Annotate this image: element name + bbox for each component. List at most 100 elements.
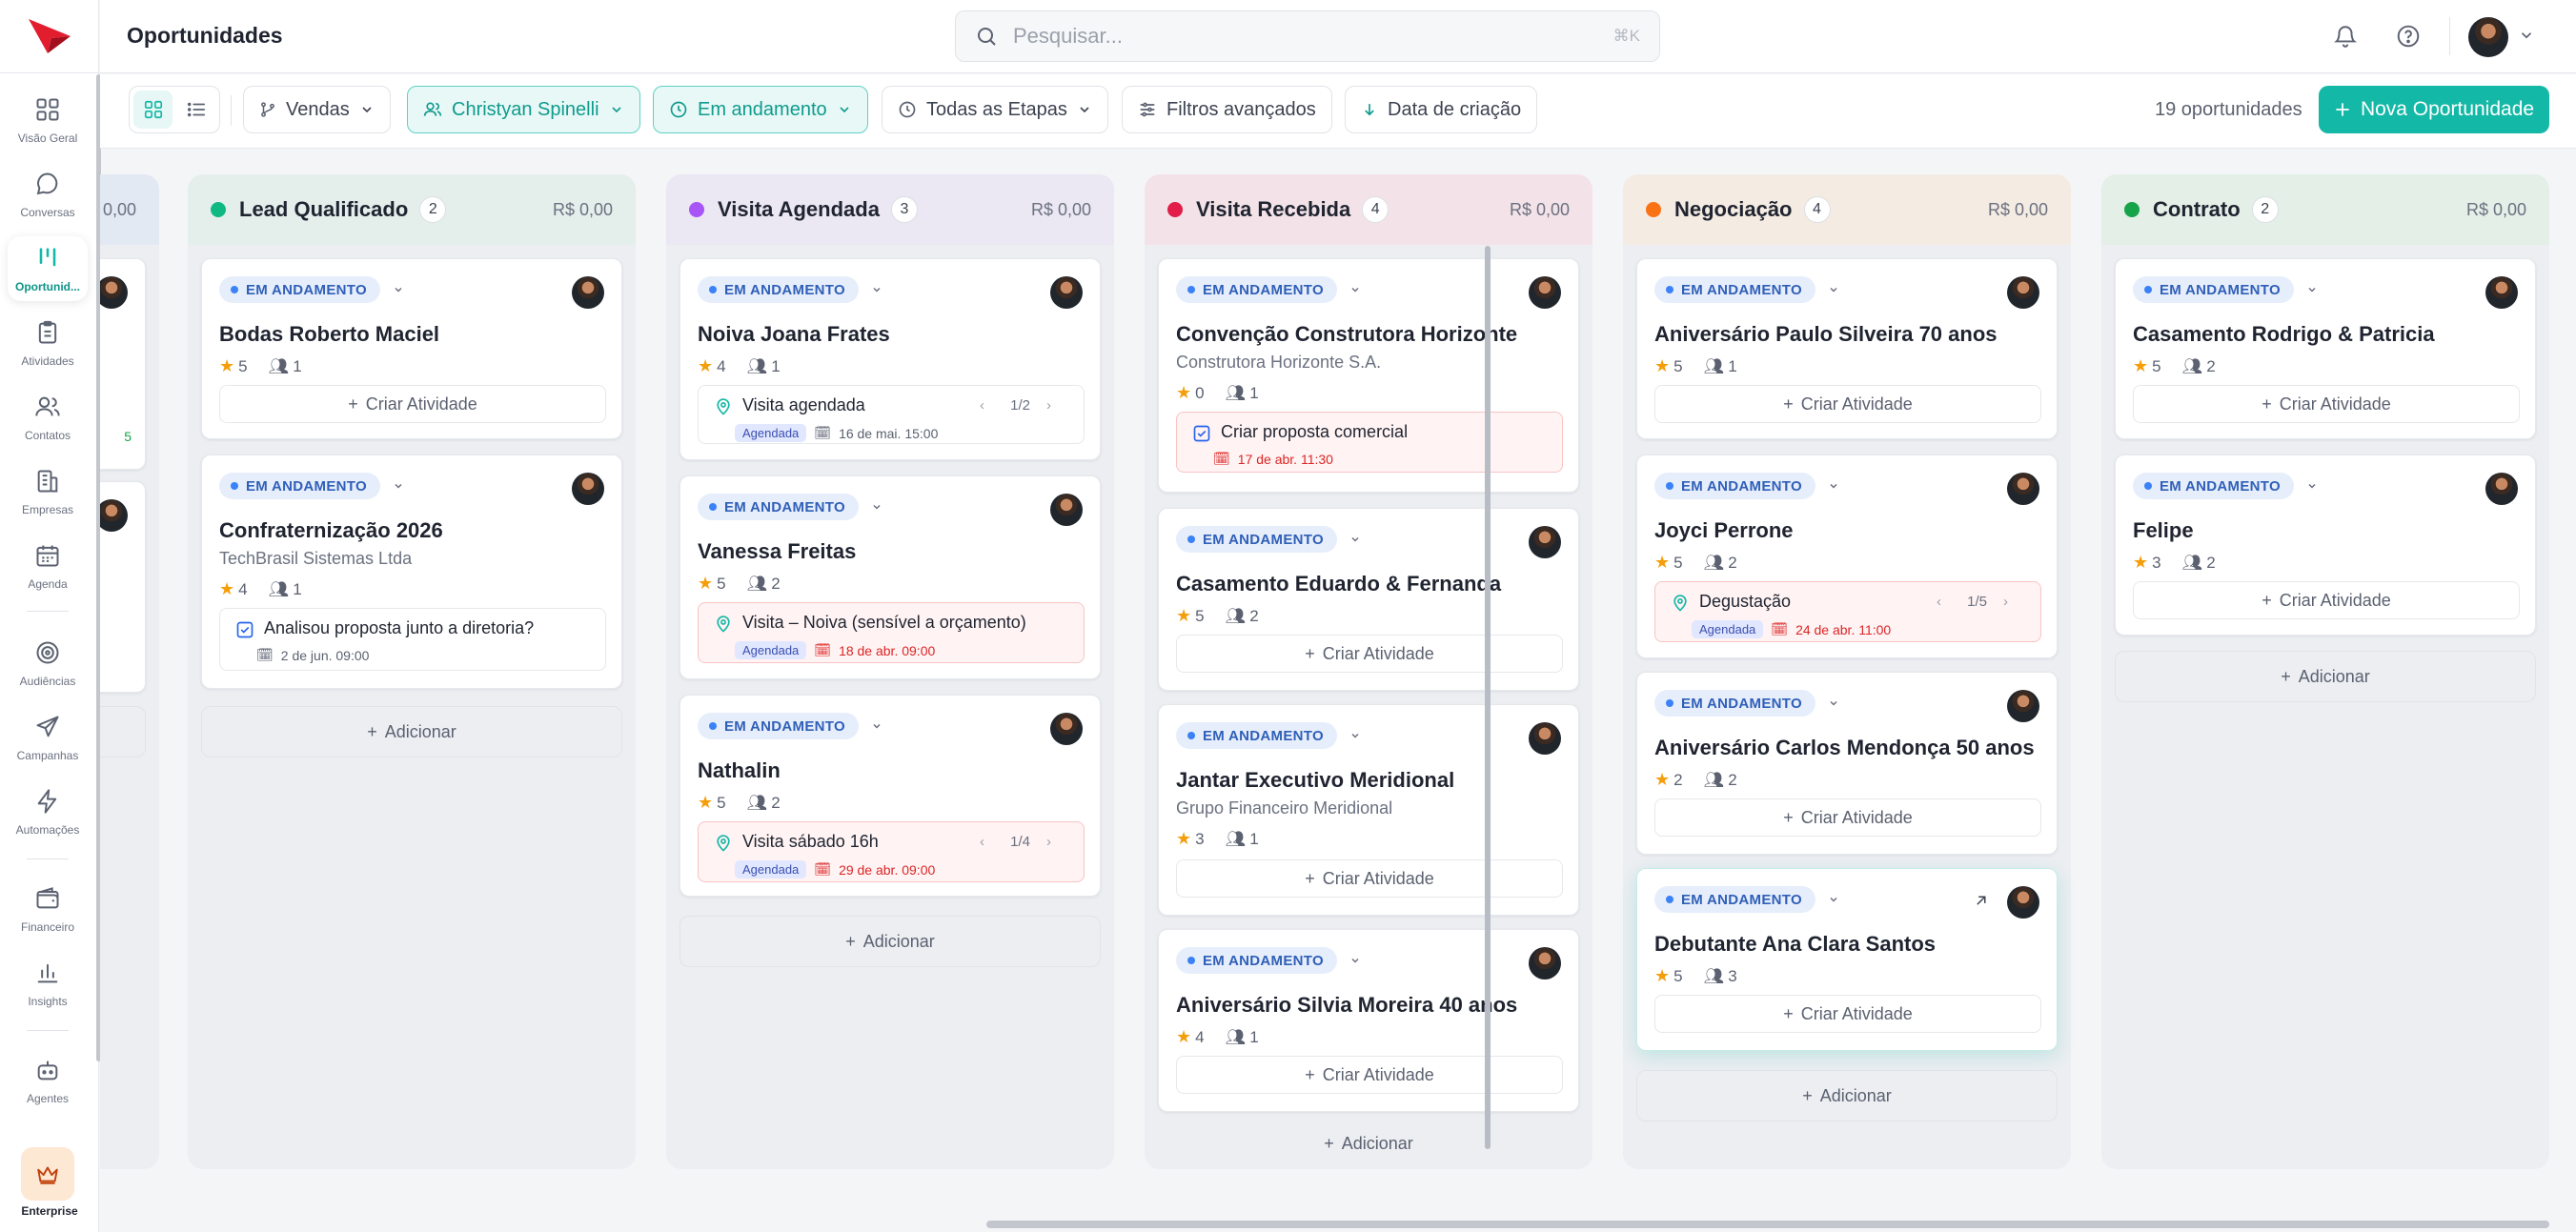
- card-title[interactable]: Bodas Roberto Maciel: [219, 322, 439, 347]
- chevron-down-icon[interactable]: [2306, 284, 2318, 295]
- opportunity-card[interactable]: [100, 481, 146, 693]
- opportunity-card[interactable]: EM ANDAMENTO Casamento Eduardo & Fernand…: [1158, 508, 1579, 691]
- card-title[interactable]: Vanessa Freitas: [698, 539, 856, 564]
- owner-avatar[interactable]: [2485, 276, 2518, 309]
- opportunity-card[interactable]: EM ANDAMENTO Aniversário Paulo Silveira …: [1636, 258, 2058, 439]
- sidebar-item-insights[interactable]: Insights: [8, 951, 88, 1016]
- owner-avatar[interactable]: [1529, 276, 1561, 309]
- add-card-button[interactable]: + Adicionar: [201, 706, 622, 757]
- activity-item[interactable]: Criar proposta comercial 🗓︎ 17 de abr. 11…: [1176, 412, 1563, 473]
- owner-avatar[interactable]: [572, 276, 604, 309]
- chevron-left-icon[interactable]: ‹: [980, 834, 984, 850]
- add-card-button[interactable]: + Adicionar: [679, 916, 1101, 967]
- chevron-down-icon[interactable]: [1349, 955, 1361, 966]
- pipeline-select[interactable]: Vendas: [243, 86, 391, 133]
- status-filter[interactable]: Em andamento: [653, 86, 868, 133]
- enterprise-button[interactable]: [21, 1147, 74, 1201]
- chevron-right-icon[interactable]: ›: [1046, 834, 1051, 850]
- create-activity-button[interactable]: + Criar Atividade: [1654, 995, 2041, 1033]
- create-activity-button[interactable]: + Criar Atividade: [2133, 581, 2520, 619]
- owner-avatar[interactable]: [1529, 947, 1561, 980]
- opportunity-card[interactable]: EM ANDAMENTO Noiva Joana Frates ★ 4 👥︎ 1 Vi…: [679, 258, 1101, 460]
- status-badge[interactable]: EM ANDAMENTO: [1176, 947, 1337, 974]
- chevron-down-icon[interactable]: [1828, 894, 1839, 905]
- owner-avatar[interactable]: [2007, 473, 2039, 505]
- owner-avatar[interactable]: [1050, 713, 1083, 745]
- status-badge[interactable]: EM ANDAMENTO: [1654, 473, 1815, 499]
- status-badge[interactable]: EM ANDAMENTO: [1654, 886, 1815, 913]
- opportunity-card[interactable]: EM ANDAMENTO Casamento Rodrigo & Patrici…: [2115, 258, 2536, 439]
- activity-item[interactable]: Visita agendada ‹ 1/2 › Agendada 🗓︎ 16 de …: [698, 385, 1085, 444]
- app-logo[interactable]: [23, 13, 76, 59]
- chevron-right-icon[interactable]: ›: [1046, 397, 1051, 414]
- chevron-down-icon[interactable]: [1828, 480, 1839, 492]
- chevron-down-icon[interactable]: [871, 284, 882, 295]
- opportunity-card[interactable]: EM ANDAMENTO Aniversário Silvia Moreira …: [1158, 929, 1579, 1112]
- owner-avatar[interactable]: [1529, 722, 1561, 755]
- status-badge[interactable]: EM ANDAMENTO: [1176, 276, 1337, 303]
- activity-item[interactable]: Degustação ‹ 1/5 › Agendada 🗓︎ 24 de abr. …: [1654, 581, 2041, 642]
- status-badge[interactable]: EM ANDAMENTO: [1654, 690, 1815, 717]
- opportunity-card[interactable]: EM ANDAMENTO Bodas Roberto Maciel ★ 5 👥︎ 1 …: [201, 258, 622, 439]
- add-card-button[interactable]: + Adicionar: [1636, 1070, 2058, 1121]
- owner-avatar[interactable]: [1050, 276, 1083, 309]
- create-activity-button[interactable]: + Criar Atividade: [1176, 859, 1563, 898]
- chevron-down-icon[interactable]: [2306, 480, 2318, 492]
- bell-icon[interactable]: [2330, 21, 2361, 51]
- owner-avatar[interactable]: [2007, 690, 2039, 722]
- owner-avatar[interactable]: [2007, 276, 2039, 309]
- card-title[interactable]: Felipe: [2133, 518, 2194, 543]
- status-badge[interactable]: EM ANDAMENTO: [2133, 473, 2294, 499]
- status-badge[interactable]: EM ANDAMENTO: [698, 494, 859, 520]
- opportunity-card[interactable]: EM ANDAMENTO Debutante Ana Clara Santos …: [1636, 868, 2058, 1051]
- checkbox-icon[interactable]: [1192, 424, 1211, 443]
- add-card-button[interactable]: + Adicionar: [1158, 1123, 1579, 1163]
- open-external-icon[interactable]: [1973, 892, 1990, 909]
- opportunity-card[interactable]: EM ANDAMENTO Aniversário Carlos Mendonça…: [1636, 672, 2058, 855]
- owner-avatar[interactable]: [572, 473, 604, 505]
- card-title[interactable]: Casamento Rodrigo & Patricia: [2133, 322, 2435, 347]
- owner-avatar[interactable]: [100, 276, 128, 309]
- status-badge[interactable]: EM ANDAMENTO: [1176, 722, 1337, 749]
- card-title[interactable]: Aniversário Silvia Moreira 40 anos: [1176, 993, 1517, 1018]
- add-card-button[interactable]: + Adicionar: [2115, 651, 2536, 702]
- list-view-button[interactable]: [176, 91, 215, 129]
- sidebar-item-atividades[interactable]: Atividades: [8, 311, 88, 375]
- card-title[interactable]: Casamento Eduardo & Fernanda: [1176, 572, 1501, 596]
- create-activity-button[interactable]: + Criar Atividade: [2133, 385, 2520, 423]
- activity-item[interactable]: Visita sábado 16h ‹ 1/4 › Agendada 🗓︎ 29 d…: [698, 821, 1085, 882]
- create-activity-button[interactable]: + Criar Atividade: [219, 385, 606, 423]
- board-horizontal-scrollbar[interactable]: [986, 1221, 2549, 1228]
- sort-button[interactable]: Data de criação: [1345, 86, 1538, 133]
- sidebar-item-conversas[interactable]: Conversas: [8, 162, 88, 227]
- status-badge[interactable]: EM ANDAMENTO: [1176, 526, 1337, 553]
- chevron-down-icon[interactable]: [871, 720, 882, 732]
- card-title[interactable]: Aniversário Paulo Silveira 70 anos: [1654, 322, 1998, 347]
- help-icon[interactable]: [2393, 21, 2424, 51]
- create-activity-button[interactable]: + Criar Atividade: [1654, 798, 2041, 837]
- chevron-down-icon[interactable]: [1349, 730, 1361, 741]
- user-avatar[interactable]: [2468, 17, 2508, 57]
- chevron-down-icon[interactable]: [393, 284, 404, 295]
- card-title[interactable]: Noiva Joana Frates: [698, 322, 890, 347]
- status-badge[interactable]: EM ANDAMENTO: [1654, 276, 1815, 303]
- opportunity-card[interactable]: EM ANDAMENTO Confraternização 2026 TechB…: [201, 454, 622, 689]
- opportunity-card[interactable]: EM ANDAMENTO Felipe ★ 3 👥︎ 2 + Criar Ativida…: [2115, 454, 2536, 636]
- sidebar-item-agentes[interactable]: Agentes: [8, 1048, 88, 1113]
- sidebar-item-automacoes[interactable]: Automações: [8, 779, 88, 844]
- new-opportunity-button[interactable]: Nova Oportunidade: [2319, 86, 2549, 133]
- add-card-button[interactable]: [100, 706, 146, 757]
- sidebar-item-oportunidades[interactable]: Oportunid...: [8, 236, 88, 301]
- status-badge[interactable]: EM ANDAMENTO: [219, 473, 380, 499]
- chevron-left-icon[interactable]: ‹: [980, 397, 984, 414]
- chevron-left-icon[interactable]: ‹: [1937, 594, 1941, 610]
- chevron-right-icon[interactable]: ›: [2003, 594, 2008, 610]
- card-title[interactable]: Joyci Perrone: [1654, 518, 1794, 543]
- create-activity-button[interactable]: + Criar Atividade: [1654, 385, 2041, 423]
- owner-avatar[interactable]: [100, 499, 128, 532]
- sidebar-item-financeiro[interactable]: Financeiro: [8, 877, 88, 941]
- status-badge[interactable]: EM ANDAMENTO: [698, 713, 859, 739]
- owner-avatar[interactable]: [2485, 473, 2518, 505]
- opportunity-card[interactable]: EM ANDAMENTO Vanessa Freitas ★ 5 👥︎ 2 Visit…: [679, 475, 1101, 679]
- status-badge[interactable]: EM ANDAMENTO: [698, 276, 859, 303]
